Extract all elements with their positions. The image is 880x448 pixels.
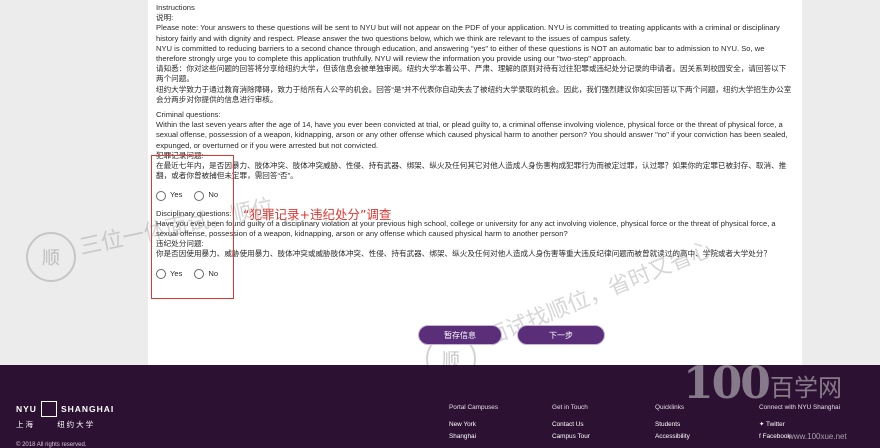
instructions-title: Instructions bbox=[156, 3, 195, 12]
save-draft-button[interactable]: 暂存信息 bbox=[418, 325, 502, 345]
instructions-paragraph-4-cn: 纽约大学致力于通过教育消除障碍，致力于给所有人公平的机会。回答“是”并不代表你自… bbox=[156, 84, 792, 104]
footer-link-twitter[interactable]: ✦ Twitter bbox=[759, 419, 840, 431]
footer-link-contact-us[interactable]: Contact Us bbox=[552, 419, 590, 431]
next-step-button[interactable]: 下一步 bbox=[517, 325, 605, 345]
watermark-seal-left: 顺 bbox=[26, 232, 76, 282]
criminal-heading-cn: 犯罪记录问题: bbox=[156, 150, 204, 160]
footer-column-heading: Get in Touch bbox=[552, 404, 588, 411]
footer-link-label: Twitter bbox=[766, 421, 785, 428]
footer-link-campus-tour[interactable]: Campus Tour bbox=[552, 431, 590, 443]
seal-char: 顺 bbox=[42, 248, 60, 268]
footer-column-get-in-touch: Get in Touch Contact Us Campus Tour bbox=[552, 402, 590, 443]
footer-link-shanghai[interactable]: Shanghai bbox=[449, 431, 498, 443]
instructions-paragraph-3-cn: 请知悉：你对这些问题的回答将分享给纽约大学，但该信息会被单独审阅。纽约大学本着公… bbox=[156, 64, 787, 84]
disciplinary-radio-group: Yes No bbox=[156, 269, 792, 279]
torch-icon bbox=[40, 401, 57, 417]
copyright-text: © 2018 All rights reserved. bbox=[16, 442, 87, 448]
footer-column-heading: Portal Campuses bbox=[449, 404, 499, 411]
instructions-title-cn: 说明: bbox=[156, 13, 174, 23]
criminal-question-cn: 在最近七年内，是否因暴力、肢体冲突、肢体冲突威胁、性侵、持有武器、绑架、纵火及任… bbox=[156, 161, 787, 181]
logo-text-left: NYU bbox=[16, 404, 37, 414]
watermark-brand-name: 百学网 bbox=[770, 374, 842, 402]
twitter-icon: ✦ bbox=[759, 421, 765, 428]
logo-text-right: SHANGHAI bbox=[60, 404, 115, 414]
footer-link-students[interactable]: Students bbox=[655, 419, 690, 431]
logo-cn-right: 纽约大学 bbox=[57, 420, 96, 429]
criminal-heading: Criminal questions: bbox=[156, 110, 221, 120]
footer-link-new-york[interactable]: New York bbox=[449, 419, 498, 431]
facebook-icon: f bbox=[759, 433, 761, 440]
instructions-paragraph-1: Please note: Your answers to these quest… bbox=[156, 23, 780, 43]
criminal-question: Within the last seven years after the ag… bbox=[156, 120, 788, 150]
nyu-shanghai-logo[interactable]: NYU SHANGHAI 上海 纽约大学 bbox=[16, 401, 114, 430]
footer-link-accessibility[interactable]: Accessibility bbox=[655, 431, 690, 443]
logo-cn-left: 上海 bbox=[16, 420, 35, 429]
instructions-paragraph-2: NYU is committed to reducing barriers to… bbox=[156, 43, 765, 64]
footer-column-portal-campuses: Portal Campuses New York Shanghai bbox=[449, 402, 498, 443]
watermark-site-url: www.100xue.net bbox=[788, 432, 847, 441]
footer-link-label: Facebook bbox=[762, 433, 791, 440]
watermark-brand-number: 100 bbox=[683, 358, 771, 409]
footer-column-heading: Connect with NYU Shanghai bbox=[759, 404, 840, 411]
